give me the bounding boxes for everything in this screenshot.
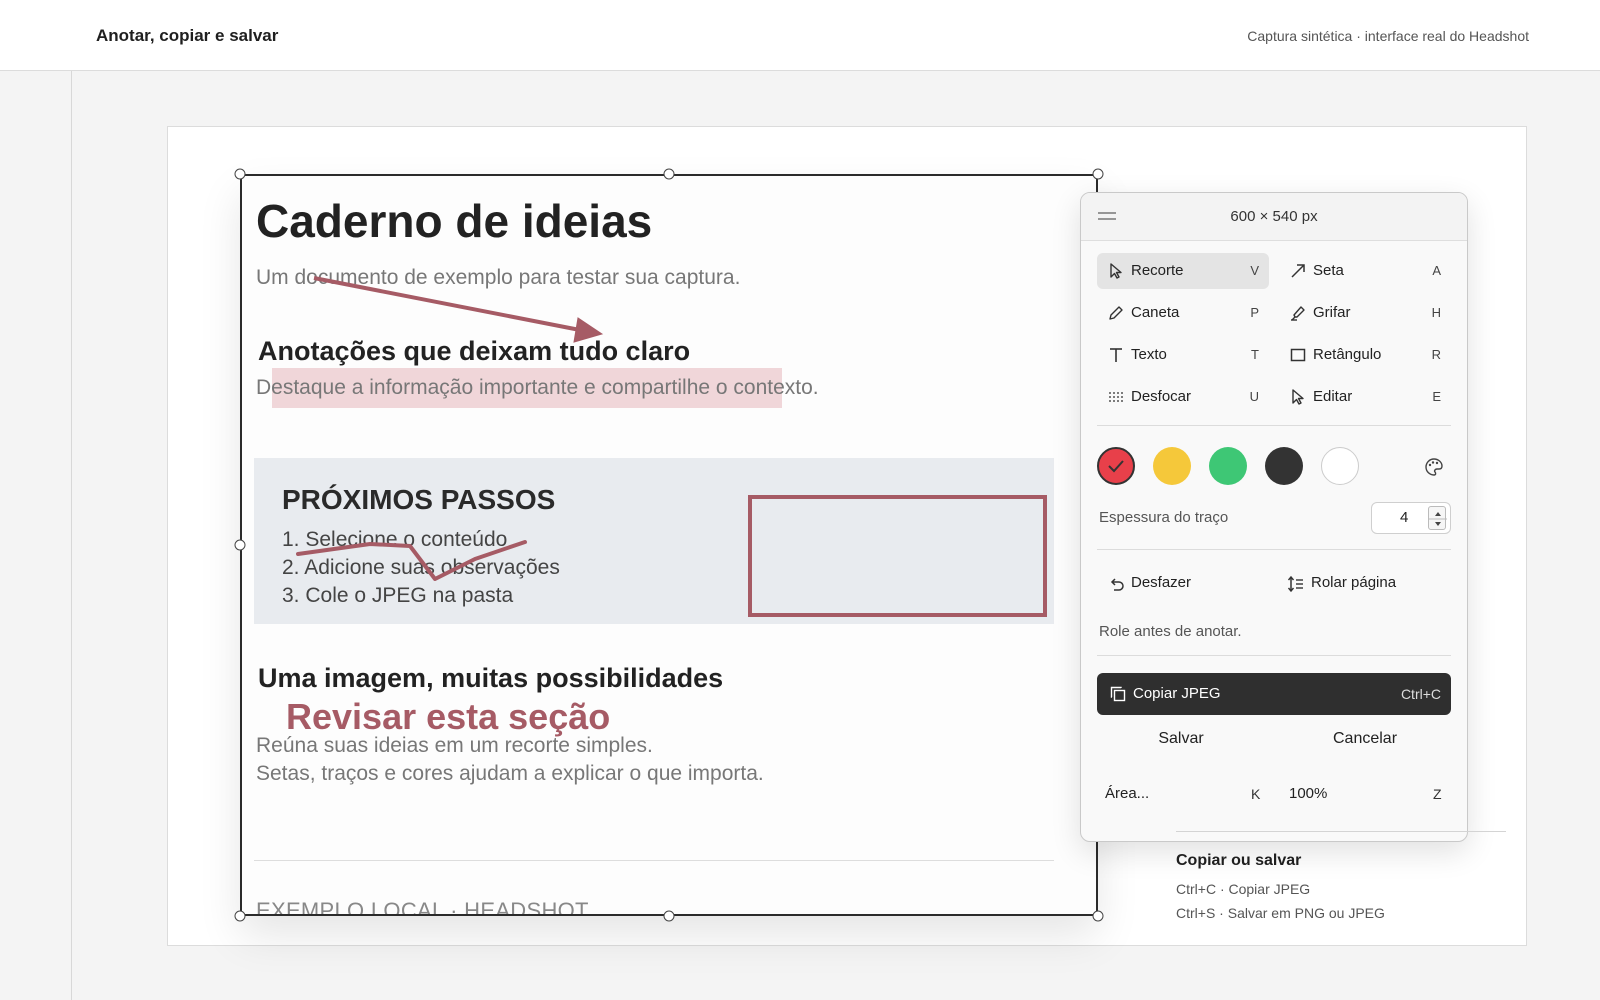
spin-arrows-icon bbox=[1429, 512, 1447, 526]
rectangle-icon bbox=[1290, 348, 1306, 362]
doc-title: Caderno de ideias bbox=[256, 195, 653, 247]
side-note-title: Copiar ou salvar bbox=[1176, 852, 1302, 869]
doc-subtitle: Um documento de exemplo para testar sua … bbox=[256, 266, 741, 289]
tool-shortcut: E bbox=[1432, 389, 1441, 404]
tool-shortcut: V bbox=[1250, 263, 1259, 278]
text-icon bbox=[1110, 348, 1122, 362]
tool-label: Retângulo bbox=[1313, 346, 1382, 363]
doc-divider bbox=[254, 860, 1054, 861]
arrow-icon bbox=[1291, 264, 1305, 278]
text-annotation: Revisar esta seção bbox=[286, 696, 611, 737]
tool-text[interactable]: Texto T bbox=[1097, 337, 1269, 373]
section-heading: Uma imagem, muitas possibilidades bbox=[258, 663, 724, 693]
selection-dimensions: 600 × 540 px bbox=[1230, 208, 1318, 225]
copy-jpeg-button[interactable]: Copiar JPEG Ctrl+C bbox=[1097, 673, 1451, 715]
step-item: 3. Cole o JPEG na pasta bbox=[282, 584, 514, 607]
steps-title: PRÓXIMOS PASSOS bbox=[282, 484, 556, 515]
highlighter-icon bbox=[1291, 306, 1305, 321]
stepper-arrows-icon[interactable] bbox=[1428, 506, 1447, 530]
tool-crop[interactable]: Recorte V bbox=[1097, 253, 1269, 289]
color-swatch-green[interactable] bbox=[1209, 447, 1247, 485]
resize-handle[interactable] bbox=[1092, 168, 1104, 180]
scroll-icon bbox=[1287, 575, 1303, 593]
tool-shortcut: U bbox=[1249, 389, 1259, 404]
color-swatch-yellow[interactable] bbox=[1153, 447, 1191, 485]
copy-label: Copiar JPEG bbox=[1133, 685, 1221, 702]
annotation-panel: 600 × 540 px Recorte V Seta A Caneta P G… bbox=[1080, 192, 1468, 842]
scroll-label: Rolar página bbox=[1311, 574, 1397, 591]
tool-label: Editar bbox=[1313, 388, 1353, 405]
tool-arrow[interactable]: Seta A bbox=[1279, 253, 1451, 289]
panel-header[interactable]: 600 × 540 px bbox=[1081, 193, 1467, 241]
resize-handle[interactable] bbox=[663, 910, 675, 922]
area-button[interactable]: Área... bbox=[1105, 785, 1149, 802]
copy-icon bbox=[1110, 686, 1126, 702]
section-text: Setas, traços e cores ajudam a explicar … bbox=[256, 762, 764, 785]
area-shortcut: K bbox=[1251, 786, 1261, 802]
color-swatch-red[interactable] bbox=[1097, 447, 1135, 485]
tool-label: Desfocar bbox=[1131, 388, 1192, 405]
resize-handle[interactable] bbox=[663, 168, 675, 180]
undo-label: Desfazer bbox=[1131, 574, 1192, 591]
step-item: 2. Adicione suas observações bbox=[282, 556, 560, 579]
top-bar: Anotar, copiar e salvar Captura sintétic… bbox=[0, 0, 1600, 71]
side-note-line: Ctrl+C · Copiar JPEG bbox=[1176, 881, 1311, 897]
tool-label: Recorte bbox=[1131, 262, 1184, 279]
tool-blur[interactable]: Desfocar U bbox=[1097, 379, 1269, 415]
section-heading: Anotações que deixam tudo claro bbox=[258, 336, 691, 366]
undo-icon bbox=[1110, 578, 1124, 591]
stroke-width-value: 4 bbox=[1400, 509, 1409, 526]
tool-edit[interactable]: Editar E bbox=[1279, 379, 1451, 415]
page-title: Anotar, copiar e salvar bbox=[96, 26, 279, 45]
section-text: Destaque a informação importante e compa… bbox=[256, 376, 819, 399]
resize-handle[interactable] bbox=[1092, 910, 1104, 922]
section-text: Reúna suas ideias em um recorte simples. bbox=[256, 734, 653, 757]
stroke-width-label: Espessura do traço bbox=[1099, 509, 1229, 526]
check-icon bbox=[1108, 460, 1124, 473]
panel-divider bbox=[1097, 549, 1451, 550]
tool-label: Caneta bbox=[1131, 304, 1180, 321]
tool-label: Seta bbox=[1313, 262, 1344, 279]
steps-box: PRÓXIMOS PASSOS 1. Selecione o conteúdo … bbox=[254, 458, 1054, 624]
edit-cursor-icon bbox=[1292, 389, 1304, 405]
tool-shortcut: P bbox=[1250, 305, 1259, 320]
side-note-line: Ctrl+S · Salvar em PNG ou JPEG bbox=[1176, 905, 1385, 921]
tool-shortcut: R bbox=[1431, 347, 1441, 362]
tool-label: Texto bbox=[1131, 346, 1167, 363]
resize-handle[interactable] bbox=[234, 168, 246, 180]
tool-rectangle[interactable]: Retângulo R bbox=[1279, 337, 1451, 373]
zoom-shortcut: Z bbox=[1433, 786, 1442, 802]
doc-footer: EXEMPLO LOCAL · HEADSHOT bbox=[256, 898, 589, 916]
tool-highlighter[interactable]: Grifar H bbox=[1279, 295, 1451, 331]
zoom-button[interactable]: 100% bbox=[1289, 785, 1327, 802]
tool-label: Grifar bbox=[1313, 304, 1351, 321]
blur-icon bbox=[1109, 392, 1123, 402]
page-caption: Captura sintética · interface real do He… bbox=[1247, 28, 1529, 44]
left-divider bbox=[71, 71, 72, 1000]
copy-shortcut: Ctrl+C bbox=[1400, 686, 1441, 702]
tool-shortcut: T bbox=[1251, 347, 1259, 362]
palette-icon[interactable] bbox=[1424, 457, 1444, 477]
color-swatch-black[interactable] bbox=[1265, 447, 1303, 485]
pointer-icon bbox=[1110, 263, 1122, 279]
tool-pen[interactable]: Caneta P bbox=[1097, 295, 1269, 331]
panel-divider bbox=[1097, 425, 1451, 426]
capture-selection[interactable]: Caderno de ideias Um documento de exempl… bbox=[240, 174, 1098, 916]
panel-divider bbox=[1097, 655, 1451, 656]
side-note-divider bbox=[1176, 831, 1506, 832]
resize-handle[interactable] bbox=[234, 539, 246, 551]
save-button[interactable]: Salvar bbox=[1101, 721, 1261, 757]
resize-handle[interactable] bbox=[234, 910, 246, 922]
cancel-button[interactable]: Cancelar bbox=[1285, 721, 1445, 757]
pen-icon bbox=[1109, 306, 1123, 320]
color-swatch-white[interactable] bbox=[1321, 447, 1359, 485]
step-item: 1. Selecione o conteúdo bbox=[282, 528, 508, 551]
stroke-width-stepper[interactable]: 4 bbox=[1371, 502, 1451, 534]
scroll-hint: Role antes de anotar. bbox=[1099, 623, 1242, 640]
tool-shortcut: H bbox=[1431, 305, 1441, 320]
tool-shortcut: A bbox=[1432, 263, 1441, 278]
